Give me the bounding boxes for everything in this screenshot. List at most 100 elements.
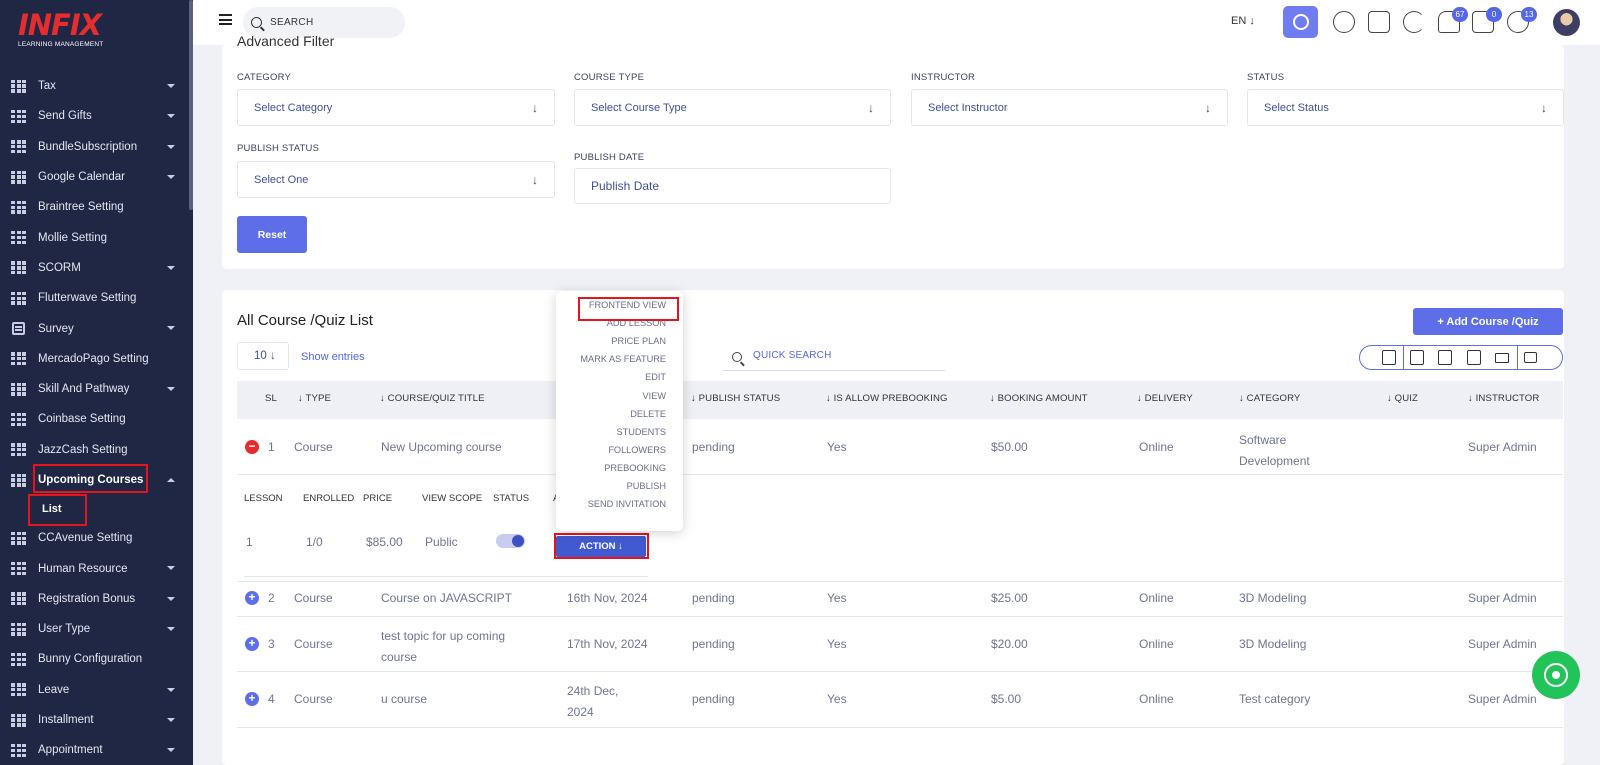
sidebar-item-bunny-configuration[interactable]: Bunny Configuration: [0, 644, 193, 674]
expand-row-icon[interactable]: +: [245, 637, 259, 651]
th-prebooking[interactable]: ↓ IS ALLOW PREBOOKING: [826, 393, 948, 404]
dropdown-item-publish[interactable]: PUBLISH: [627, 481, 666, 491]
sidebar-item-user-type[interactable]: User Type: [0, 614, 193, 644]
th-category[interactable]: ↓ CATEGORY: [1239, 393, 1300, 404]
sidebar-item-braintree-setting[interactable]: Braintree Setting: [0, 192, 193, 222]
row-4-amount: $5.00: [991, 692, 1022, 706]
row-3-date: 17th Nov, 2024: [567, 637, 648, 651]
columns-icon[interactable]: [1524, 352, 1537, 363]
th-instructor[interactable]: ↓ INSTRUCTOR: [1468, 393, 1539, 404]
form-icon: [12, 322, 25, 336]
expand-row-icon[interactable]: +: [245, 692, 259, 706]
entries-select[interactable]: 10 ↓: [237, 342, 289, 370]
category-select[interactable]: Select Category ↓: [237, 89, 555, 126]
arrow-down-icon: ↓: [868, 101, 874, 115]
sidebar: INFIX LEARNING MANAGEMENT Tax Send Gifts B…: [0, 0, 193, 765]
menu-toggle-icon[interactable]: [219, 14, 232, 25]
sidebar-item-skill-and-pathway[interactable]: Skill And Pathway: [0, 374, 193, 404]
csv-icon[interactable]: [1410, 350, 1424, 365]
sidebar-item-scorm[interactable]: SCORM: [0, 253, 193, 283]
row-2-instructor: Super Admin: [1468, 591, 1537, 605]
th-booking-amount-label: BOOKING AMOUNT: [997, 393, 1088, 404]
sidebar-item-label: JazzCash Setting: [38, 443, 128, 456]
sidebar-item-send-gifts[interactable]: Send Gifts: [0, 101, 193, 131]
pdf-icon[interactable]: [1467, 350, 1481, 365]
dropdown-item-send-invitation[interactable]: SEND INVITATION: [588, 499, 666, 509]
print-icon[interactable]: [1495, 353, 1509, 363]
quick-search-input[interactable]: QUICK SEARCH: [723, 346, 945, 371]
dropdown-item-followers[interactable]: FOLLOWERS: [608, 445, 666, 455]
chevron-down-icon: [167, 144, 175, 149]
dropdown-item-edit[interactable]: EDIT: [645, 372, 666, 382]
sidebar-item-coinbase-setting[interactable]: Coinbase Setting: [0, 404, 193, 434]
row-3-category: 3D Modeling: [1239, 637, 1307, 651]
th-sl[interactable]: SL: [265, 393, 277, 404]
advanced-filter-card: Advanced Filter: [222, 33, 1564, 269]
row-3-delivery: Online: [1139, 637, 1174, 651]
sidebar-item-survey[interactable]: Survey: [0, 313, 193, 343]
dropdown-item-delete[interactable]: DELETE: [630, 409, 666, 419]
detail-lesson: 1: [246, 535, 253, 549]
globe-icon[interactable]: [1333, 11, 1355, 33]
instructor-select[interactable]: Select Instructor ↓: [911, 89, 1228, 126]
whatsapp-button[interactable]: [1532, 651, 1580, 699]
th-publish-status-label: PUBLISH STATUS: [698, 393, 781, 404]
excel-icon[interactable]: [1438, 350, 1452, 365]
add-course-button[interactable]: + Add Course /Quiz: [1413, 308, 1563, 335]
notification-bell-icon[interactable]: 67: [1438, 7, 1468, 33]
chevron-down-icon: [167, 627, 175, 632]
dropdown-item-mark-as-feature[interactable]: MARK AS FEATURE: [580, 354, 666, 364]
sidebar-item-human-resource[interactable]: Human Resource: [0, 553, 193, 583]
settings-chip-button[interactable]: [1283, 6, 1318, 38]
arrow-down-icon: ↓: [1205, 101, 1211, 115]
grid-icon: [11, 79, 26, 93]
th-delivery[interactable]: ↓ DELIVERY: [1137, 393, 1193, 404]
course-type-select[interactable]: Select Course Type ↓: [574, 89, 891, 126]
th-title[interactable]: ↓ COURSE/QUIZ TITLE: [380, 393, 485, 404]
language-selector[interactable]: EN ↓: [1231, 15, 1255, 27]
publish-status-label: PUBLISH STATUS: [237, 143, 320, 154]
logo[interactable]: INFIX LEARNING MANAGEMENT: [18, 10, 138, 60]
expand-row-icon[interactable]: +: [245, 591, 259, 605]
reset-button[interactable]: Reset: [237, 216, 307, 253]
sidebar-item-ccavenue-setting[interactable]: CCAvenue Setting: [0, 523, 193, 553]
dropdown-item-prebooking[interactable]: PREBOOKING: [604, 463, 666, 473]
message-icon[interactable]: 0: [1472, 7, 1502, 33]
status-select[interactable]: Select Status ↓: [1247, 89, 1564, 126]
sidebar-item-registration-bonus[interactable]: Registration Bonus: [0, 584, 193, 614]
grid-icon: [11, 743, 26, 757]
sidebar-item-leave[interactable]: Leave: [0, 675, 193, 705]
grid-icon: [11, 291, 26, 305]
sidebar-item-jazzcash-setting[interactable]: JazzCash Setting: [0, 435, 193, 465]
sidebar-item-bundlesubscription[interactable]: BundleSubscription: [0, 132, 193, 162]
dark-mode-icon[interactable]: [1403, 11, 1425, 33]
row-2-amount: $25.00: [991, 591, 1028, 605]
publish-date-input[interactable]: Publish Date: [574, 168, 891, 204]
avatar[interactable]: [1553, 9, 1580, 36]
layout-icon[interactable]: [1368, 11, 1390, 33]
th-quiz[interactable]: ↓ QUIZ: [1387, 393, 1418, 404]
chat-icon[interactable]: 13: [1507, 7, 1537, 33]
sidebar-item-flutterwave-setting[interactable]: Flutterwave Setting: [0, 283, 193, 313]
copy-icon[interactable]: [1382, 350, 1396, 365]
sidebar-item-label: Google Calendar: [38, 171, 125, 184]
dropdown-item-students[interactable]: STUDENTS: [616, 427, 666, 437]
sidebar-item-mollie-setting[interactable]: Mollie Setting: [0, 222, 193, 252]
row-3-amount: $20.00: [991, 637, 1028, 651]
dropdown-item-view[interactable]: VIEW: [643, 391, 666, 401]
dropdown-item-price-plan[interactable]: PRICE PLAN: [611, 336, 666, 346]
publish-status-select[interactable]: Select One ↓: [237, 161, 555, 198]
status-toggle[interactable]: [496, 534, 525, 548]
th-booking-amount[interactable]: ↓ BOOKING AMOUNT: [990, 393, 1088, 404]
chevron-down-icon: [167, 748, 175, 753]
sidebar-item-google-calendar[interactable]: Google Calendar: [0, 162, 193, 192]
sidebar-item-appointment[interactable]: Appointment: [0, 735, 193, 765]
filter-heading: Advanced Filter: [237, 33, 335, 49]
row-1-prebooking: Yes: [827, 440, 847, 454]
collapse-row-icon[interactable]: −: [245, 440, 259, 454]
sidebar-item-mercadopago-setting[interactable]: MercadoPago Setting: [0, 344, 193, 374]
th-type[interactable]: ↓ TYPE: [298, 393, 331, 404]
sidebar-item-tax[interactable]: Tax: [0, 71, 193, 101]
sidebar-item-installment[interactable]: Installment: [0, 705, 193, 735]
th-publish-status[interactable]: ↓ PUBLISH STATUS: [691, 393, 780, 404]
